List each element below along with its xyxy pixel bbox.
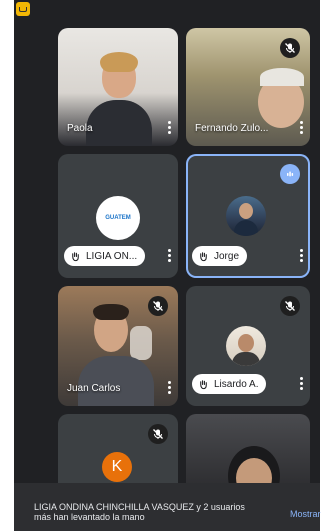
participant-tile-8[interactable] bbox=[186, 414, 310, 494]
app-badge-icon[interactable] bbox=[16, 2, 30, 16]
participant-avatar: K bbox=[102, 452, 132, 482]
raised-hand-pill: LIGIA ON... bbox=[64, 246, 146, 266]
raised-hand-pill: Jorge bbox=[192, 246, 248, 266]
raised-hand-icon bbox=[196, 377, 210, 391]
mic-off-icon bbox=[280, 38, 300, 58]
participant-name: Fernando Zulo... bbox=[195, 123, 269, 134]
participant-tile-fernando[interactable]: Fernando Zulo... bbox=[186, 28, 310, 146]
more-vert-icon[interactable] bbox=[168, 381, 172, 394]
more-vert-icon[interactable] bbox=[300, 121, 304, 134]
participant-tile-jorge[interactable]: Jorge bbox=[186, 154, 310, 278]
participant-tile-juan-carlos[interactable]: Juan Carlos bbox=[58, 286, 178, 406]
org-logo: GUATEM bbox=[96, 196, 140, 240]
participant-name: LIGIA ON... bbox=[86, 250, 138, 262]
more-vert-icon[interactable] bbox=[300, 249, 304, 262]
raised-hand-icon bbox=[68, 249, 82, 263]
speaking-icon bbox=[280, 164, 300, 184]
mic-off-icon bbox=[148, 296, 168, 316]
participant-name: Paola bbox=[67, 123, 93, 134]
more-vert-icon[interactable] bbox=[168, 249, 172, 262]
participant-name: Lisardo A. bbox=[214, 378, 259, 390]
participant-name: Jorge bbox=[214, 250, 240, 262]
raised-hands-notification: LIGIA ONDINA CHINCHILLA VASQUEZ y 2 usua… bbox=[14, 483, 321, 531]
participant-avatar bbox=[226, 196, 266, 236]
raised-hand-icon bbox=[196, 249, 210, 263]
more-vert-icon[interactable] bbox=[168, 121, 172, 134]
notification-text: LIGIA ONDINA CHINCHILLA VASQUEZ y 2 usua… bbox=[34, 502, 245, 522]
meeting-screen: Paola Fernando Zulo... GUATEM LIGIA ON..… bbox=[14, 0, 320, 531]
show-button[interactable]: Mostrar bbox=[290, 509, 321, 519]
more-vert-icon[interactable] bbox=[300, 377, 304, 390]
participant-tile-paola[interactable]: Paola bbox=[58, 28, 178, 146]
participant-tile-ligia[interactable]: GUATEM LIGIA ON... bbox=[58, 154, 178, 278]
mic-off-icon bbox=[148, 424, 168, 444]
participant-name: Juan Carlos bbox=[67, 383, 121, 394]
participant-avatar bbox=[226, 326, 266, 366]
org-logo-text: GUATEM bbox=[105, 215, 131, 221]
participant-tile-k[interactable]: K bbox=[58, 414, 178, 494]
avatar-initial: K bbox=[111, 458, 123, 475]
mic-off-icon bbox=[280, 296, 300, 316]
participant-tile-lisardo[interactable]: Lisardo A. bbox=[186, 286, 310, 406]
raised-hand-pill: Lisardo A. bbox=[192, 374, 267, 394]
